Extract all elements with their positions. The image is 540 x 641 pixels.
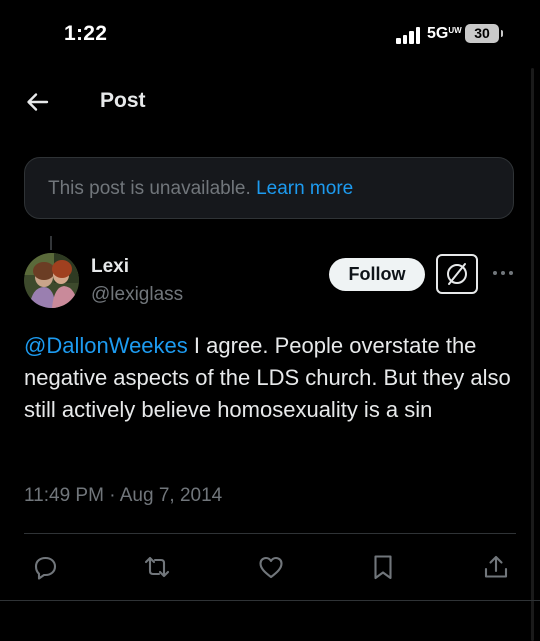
- page-title: Post: [100, 89, 146, 112]
- more-options-button[interactable]: [490, 262, 516, 284]
- mention-link[interactable]: @DallonWeekes: [24, 333, 188, 358]
- network-indicator: 5GUW: [427, 25, 462, 43]
- learn-more-link[interactable]: Learn more: [256, 178, 353, 199]
- bookmark-icon: [374, 555, 392, 580]
- back-button[interactable]: [22, 86, 54, 118]
- heart-icon: [259, 556, 283, 579]
- grok-button[interactable]: [436, 254, 478, 294]
- like-button[interactable]: [256, 552, 286, 582]
- battery-level: 30: [474, 25, 490, 41]
- avatar[interactable]: [24, 253, 79, 308]
- divider: [24, 533, 516, 534]
- repost-icon: [144, 556, 170, 578]
- tweet-text: @DallonWeekes I agree. People overstate …: [24, 330, 520, 426]
- battery-cap: [501, 30, 503, 37]
- follow-button[interactable]: Follow: [329, 258, 425, 291]
- reply-button[interactable]: [30, 552, 60, 582]
- unavailable-notice: This post is unavailable. Learn more: [24, 157, 514, 219]
- notice-text: This post is unavailable.: [48, 178, 251, 199]
- grok-icon: [447, 263, 467, 285]
- more-icon: [493, 271, 513, 275]
- arrow-left-icon: [27, 93, 49, 111]
- author-handle[interactable]: @lexiglass: [91, 284, 183, 306]
- network-suffix: UW: [448, 26, 462, 35]
- share-icon: [484, 555, 508, 578]
- bookmark-button[interactable]: [368, 552, 398, 582]
- status-bar: 1:22 5GUW 30: [0, 0, 540, 70]
- reply-icon: [34, 556, 57, 580]
- network-type: 5G: [427, 25, 449, 42]
- status-time: 1:22: [64, 22, 108, 45]
- signal-icon: [396, 27, 422, 44]
- thread-connector: [50, 236, 52, 250]
- repost-button[interactable]: [142, 552, 172, 582]
- author-name[interactable]: Lexi: [91, 256, 129, 278]
- battery-icon: 30: [465, 24, 499, 43]
- share-button[interactable]: [481, 552, 511, 582]
- tweet-timestamp[interactable]: 11:49 PM · Aug 7, 2014: [24, 485, 222, 507]
- scrollbar[interactable]: [531, 68, 534, 641]
- bottom-divider: [0, 600, 540, 601]
- avatar-photo: [24, 253, 79, 308]
